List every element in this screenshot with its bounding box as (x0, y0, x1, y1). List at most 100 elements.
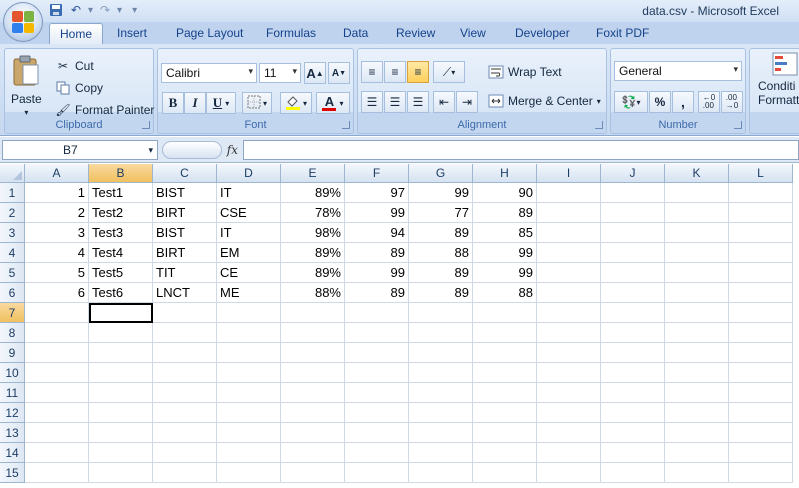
row-header-14[interactable]: 14 (0, 443, 25, 463)
tab-data[interactable]: Data (343, 26, 368, 40)
chevron-down-icon[interactable]: ▾ (248, 66, 253, 77)
cell-g1[interactable]: 99 (409, 183, 473, 203)
cell-i15[interactable] (537, 463, 601, 483)
cell-k2[interactable] (665, 203, 729, 223)
cell-d5[interactable]: CE (217, 263, 281, 283)
cell-j7[interactable] (601, 303, 665, 323)
increase-indent-button[interactable]: ⇥ (456, 91, 478, 113)
number-format-combo[interactable]: General ▾ (614, 61, 742, 81)
cell-c11[interactable] (153, 383, 217, 403)
fill-color-button[interactable]: ▾ (280, 92, 312, 114)
cell-d3[interactable]: IT (217, 223, 281, 243)
cell-f1[interactable]: 97 (345, 183, 409, 203)
cell-e5[interactable]: 89% (281, 263, 345, 283)
cell-e1[interactable]: 89% (281, 183, 345, 203)
cell-b5[interactable]: Test5 (89, 263, 153, 283)
cell-j6[interactable] (601, 283, 665, 303)
cell-g15[interactable] (409, 463, 473, 483)
accounting-format-button[interactable]: 💱 ▾ (614, 91, 648, 113)
cell-j8[interactable] (601, 323, 665, 343)
cell-k7[interactable] (665, 303, 729, 323)
grow-font-button[interactable]: A ▲ (304, 62, 326, 84)
tab-page-layout[interactable]: Page Layout (176, 26, 243, 40)
conditional-formatting-button[interactable]: Conditi Formatti (758, 52, 799, 107)
cell-b15[interactable] (89, 463, 153, 483)
cell-j10[interactable] (601, 363, 665, 383)
cell-l13[interactable] (729, 423, 793, 443)
cell-b12[interactable] (89, 403, 153, 423)
cell-j12[interactable] (601, 403, 665, 423)
copy-button[interactable]: Copy (55, 80, 103, 96)
tab-developer[interactable]: Developer (515, 26, 570, 40)
row-header-9[interactable]: 9 (0, 343, 25, 363)
cell-l1[interactable] (729, 183, 793, 203)
cell-d1[interactable]: IT (217, 183, 281, 203)
cell-h5[interactable]: 99 (473, 263, 537, 283)
alignment-launcher-icon[interactable] (595, 121, 603, 129)
cell-a2[interactable]: 2 (25, 203, 89, 223)
column-header-e[interactable]: E (281, 164, 345, 183)
cell-e11[interactable] (281, 383, 345, 403)
cell-f9[interactable] (345, 343, 409, 363)
cell-d13[interactable] (217, 423, 281, 443)
cell-e6[interactable]: 88% (281, 283, 345, 303)
cell-g8[interactable] (409, 323, 473, 343)
cell-a9[interactable] (25, 343, 89, 363)
row-header-13[interactable]: 13 (0, 423, 25, 443)
cell-e2[interactable]: 78% (281, 203, 345, 223)
cell-h4[interactable]: 99 (473, 243, 537, 263)
cell-f10[interactable] (345, 363, 409, 383)
column-header-l[interactable]: L (729, 164, 793, 183)
cell-k6[interactable] (665, 283, 729, 303)
cell-g6[interactable]: 89 (409, 283, 473, 303)
cell-g14[interactable] (409, 443, 473, 463)
cell-i12[interactable] (537, 403, 601, 423)
cell-g10[interactable] (409, 363, 473, 383)
cell-k5[interactable] (665, 263, 729, 283)
cell-f6[interactable]: 89 (345, 283, 409, 303)
cell-b7[interactable] (89, 303, 153, 323)
cell-l3[interactable] (729, 223, 793, 243)
align-center-button[interactable]: ☰ (384, 91, 406, 113)
cell-f7[interactable] (345, 303, 409, 323)
column-header-b[interactable]: B (89, 164, 153, 183)
cell-a14[interactable] (25, 443, 89, 463)
cell-e15[interactable] (281, 463, 345, 483)
cell-e12[interactable] (281, 403, 345, 423)
cell-h14[interactable] (473, 443, 537, 463)
row-header-6[interactable]: 6 (0, 283, 25, 303)
column-header-c[interactable]: C (153, 164, 217, 183)
cell-c8[interactable] (153, 323, 217, 343)
cell-a8[interactable] (25, 323, 89, 343)
column-header-g[interactable]: G (409, 164, 473, 183)
cell-b9[interactable] (89, 343, 153, 363)
cell-d14[interactable] (217, 443, 281, 463)
tab-view[interactable]: View (460, 26, 486, 40)
cell-f4[interactable]: 89 (345, 243, 409, 263)
cell-h15[interactable] (473, 463, 537, 483)
cell-f13[interactable] (345, 423, 409, 443)
cell-l4[interactable] (729, 243, 793, 263)
cell-i11[interactable] (537, 383, 601, 403)
cell-b3[interactable]: Test3 (89, 223, 153, 243)
cell-k10[interactable] (665, 363, 729, 383)
paste-dropdown-icon[interactable]: ▾ (24, 108, 28, 117)
cell-a1[interactable]: 1 (25, 183, 89, 203)
tab-insert[interactable]: Insert (117, 26, 147, 40)
cell-b6[interactable]: Test6 (89, 283, 153, 303)
cell-e10[interactable] (281, 363, 345, 383)
insert-function-button[interactable]: fx (227, 143, 238, 157)
cell-h1[interactable]: 90 (473, 183, 537, 203)
cell-i8[interactable] (537, 323, 601, 343)
cell-g3[interactable]: 89 (409, 223, 473, 243)
formula-bar-resize-handle[interactable] (162, 141, 222, 159)
row-header-12[interactable]: 12 (0, 403, 25, 423)
cell-c13[interactable] (153, 423, 217, 443)
underline-button[interactable]: U ▾ (206, 92, 236, 114)
formula-input[interactable] (243, 140, 799, 160)
cell-b8[interactable] (89, 323, 153, 343)
cell-b11[interactable] (89, 383, 153, 403)
cell-c5[interactable]: TIT (153, 263, 217, 283)
cell-g9[interactable] (409, 343, 473, 363)
cell-k12[interactable] (665, 403, 729, 423)
